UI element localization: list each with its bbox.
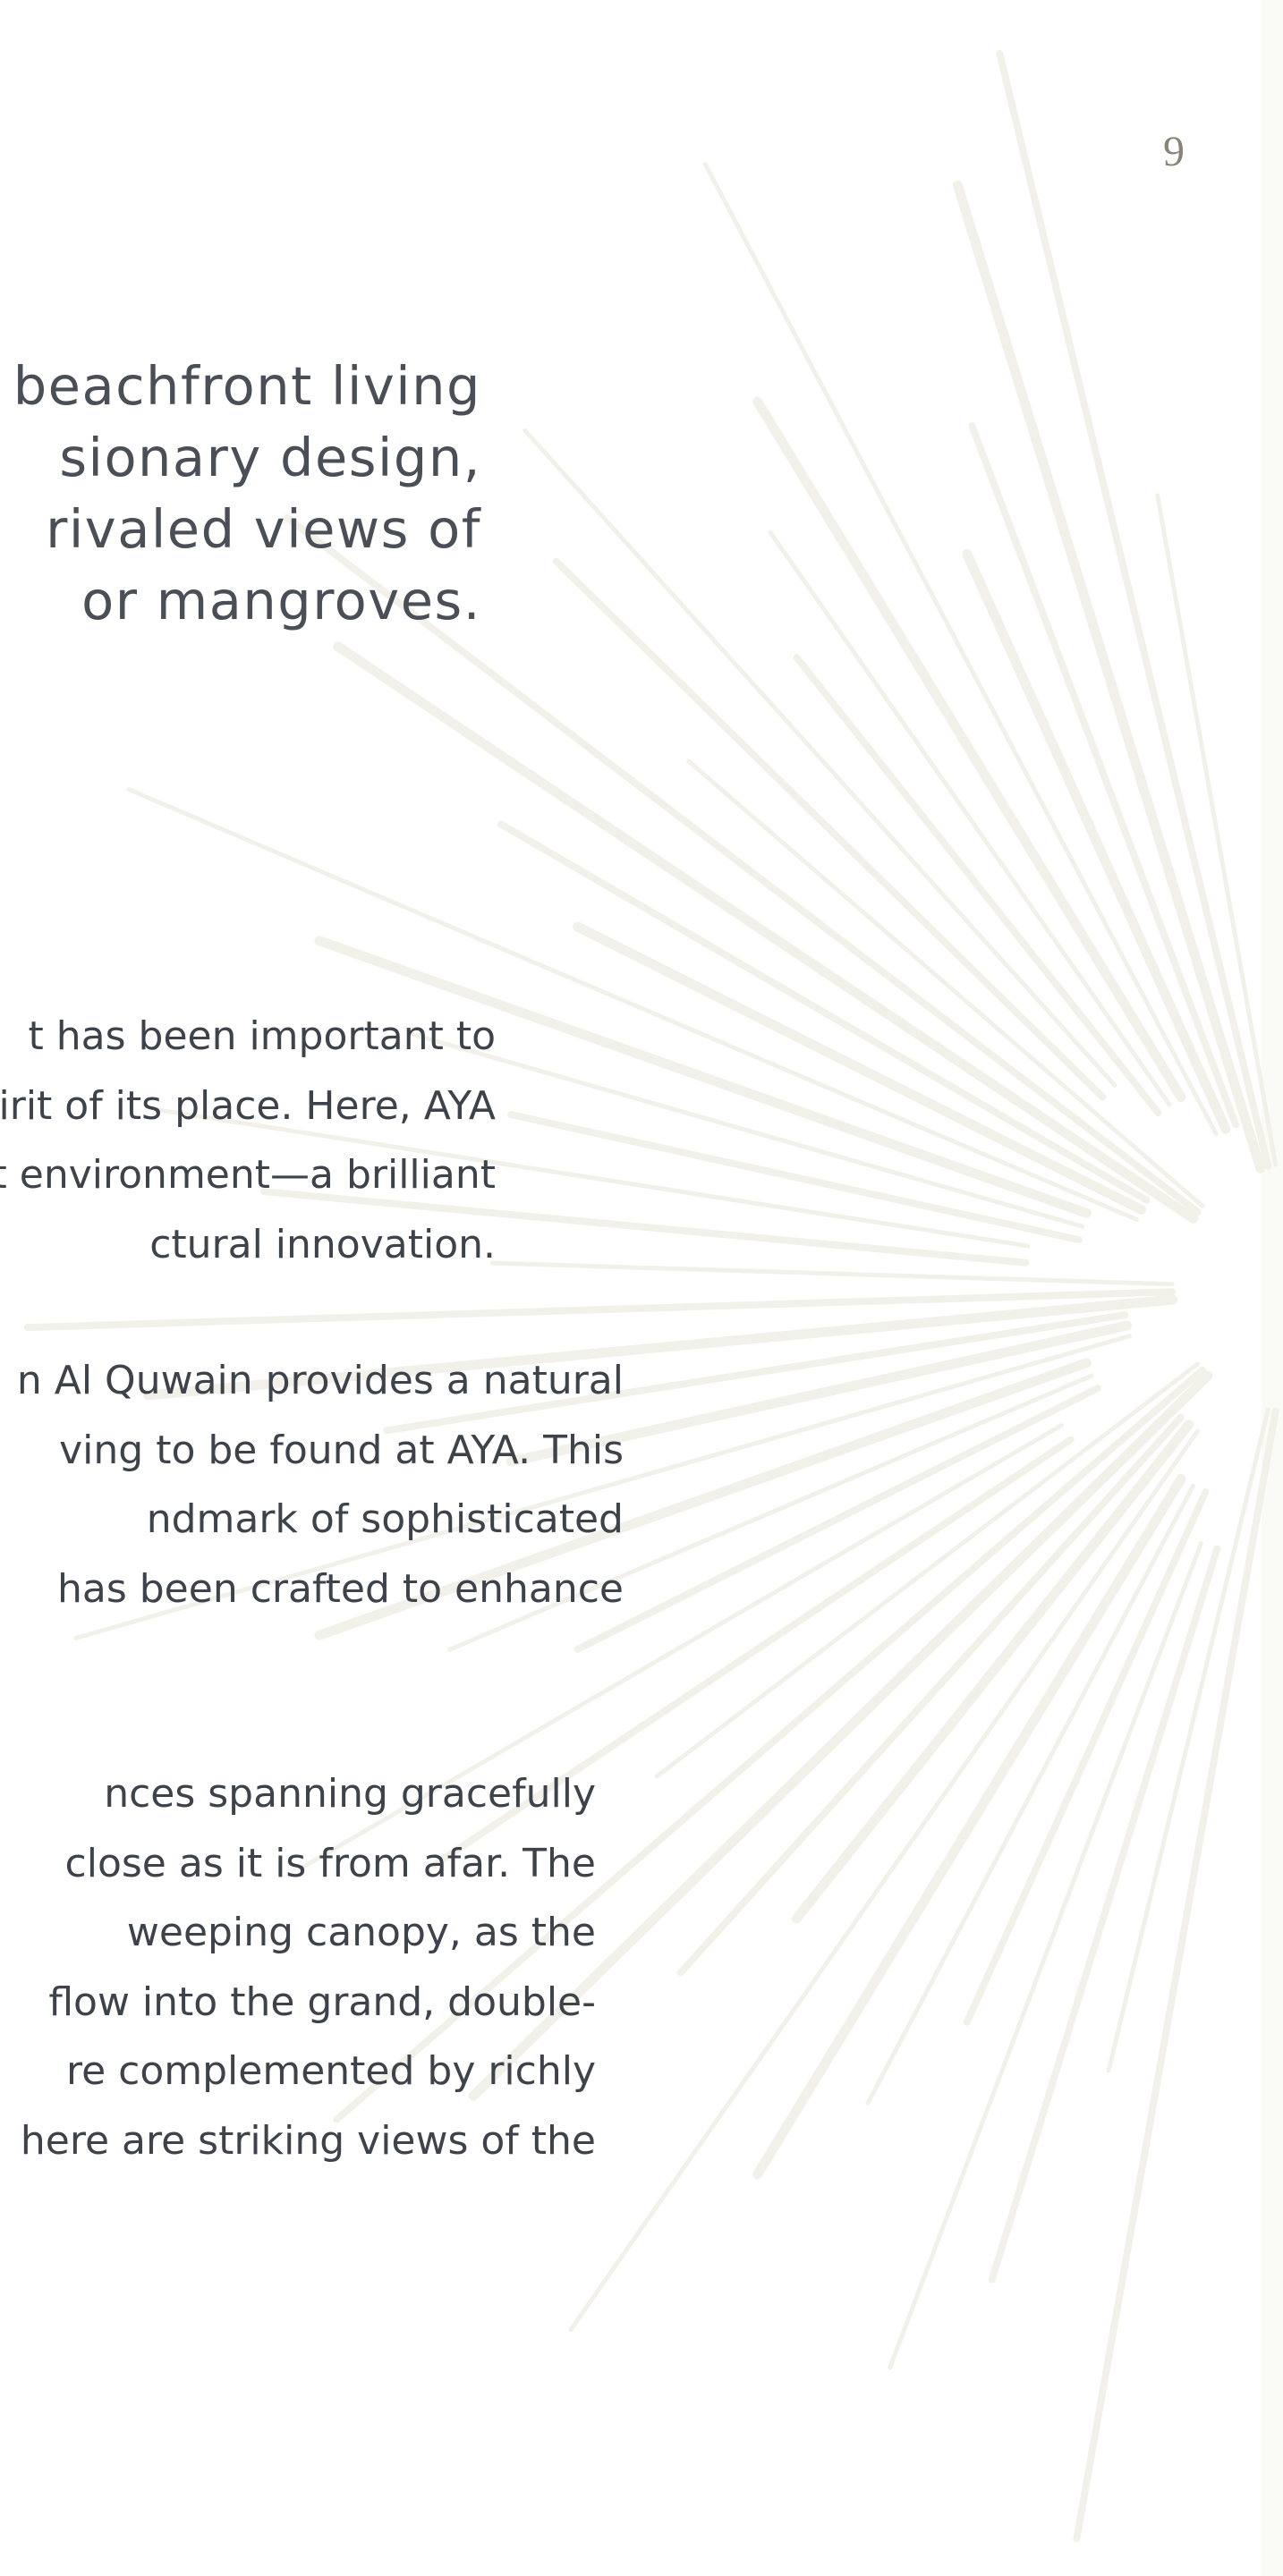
body-paragraph-2: n Al Quwain provides a natural ving to b…	[17, 1346, 624, 1623]
paragraph-line: ving to be found at AYA. This	[59, 1427, 624, 1473]
paragraph-line: has been crafted to enhance	[56, 1565, 624, 1612]
paragraph-line: here are striking views of the	[20, 2117, 596, 2164]
body-paragraph-3: nces spanning gracefully close as it is …	[21, 1759, 596, 2175]
lead-line: r beachfront living	[0, 355, 481, 417]
paragraph-line: close as it is from afar. The	[64, 1840, 596, 1886]
page-number: 9	[1163, 128, 1185, 175]
paragraph-line: t has been important to	[28, 1013, 496, 1059]
lead-line: rivaled views of	[46, 498, 481, 560]
paragraph-line: ctural innovation.	[149, 1221, 496, 1267]
paragraph-line: weeping canopy, as the	[126, 1910, 596, 1955]
paragraph-line: ndmark of sophisticated	[146, 1496, 624, 1542]
brochure-page: 9 r beachfront living sionary design, ri…	[0, 0, 1283, 2576]
sunburst-ray	[1073, 1407, 1279, 2543]
sunburst-ray	[573, 921, 1147, 1215]
sunburst-ray	[23, 1288, 1177, 1332]
sunburst-ray	[752, 1474, 1186, 2180]
sunburst-ray	[752, 396, 1186, 1102]
paragraph-line: nces spanning gracefully	[104, 1771, 596, 1817]
sunburst-ray	[968, 422, 1240, 1129]
body-paragraph-1: t has been important to spirit of its pl…	[0, 1002, 496, 1279]
sunburst-ray	[1106, 1407, 1270, 2073]
paragraph-line: nt environment—a brilliant	[0, 1152, 496, 1198]
paragraph-line: flow into the grand, double-	[48, 1979, 596, 2025]
paragraph-line: n Al Quwain provides a natural	[16, 1358, 624, 1403]
sunburst-ray	[523, 428, 1117, 1088]
sunburst-ray	[489, 1260, 1175, 1287]
paragraph-line: re complemented by richly	[65, 2048, 596, 2094]
lead-statement: r beachfront living sionary design, riva…	[0, 351, 481, 637]
paragraph-line: spirit of its place. Here, AYA	[0, 1082, 496, 1129]
sunburst-ray	[888, 1540, 1203, 2370]
lead-line: or mangroves.	[81, 570, 481, 631]
lead-line: sionary design,	[59, 427, 481, 488]
